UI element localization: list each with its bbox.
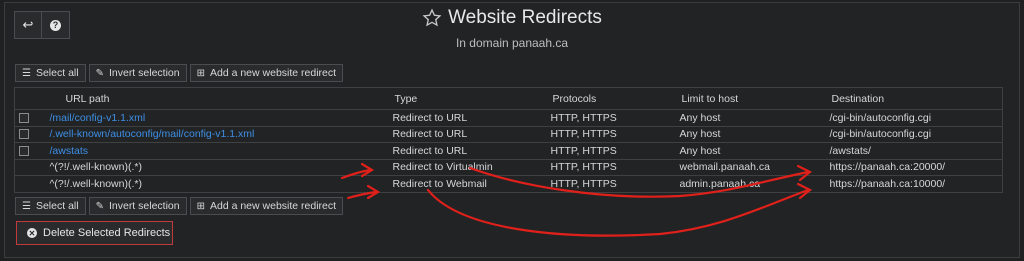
list-icon: ☰ <box>22 200 31 212</box>
protocols-cell: HTTP, HTTPS <box>536 109 666 127</box>
redirects-table: URL path Type Protocols Limit to host De… <box>14 87 1003 193</box>
type-cell: Redirect to URL <box>378 109 537 127</box>
col-limit-host[interactable]: Limit to host <box>665 87 816 110</box>
protocols-text: HTTP, HTTPS <box>550 144 617 157</box>
edit-icon: ✎ <box>95 200 104 212</box>
table-row: /.well-known/autoconfig/mail/config-v1.1… <box>14 126 1003 143</box>
url-path-cell: ^(?!/.well-known)(.*) <box>49 159 379 176</box>
host-text: Any host <box>679 111 721 124</box>
host-text: Any host <box>679 128 721 141</box>
table-row: /mail/config-v1.1.xml Redirect to URL HTTP… <box>14 109 1003 127</box>
select-all-button[interactable]: ☰ Select all <box>15 64 86 82</box>
table-header: URL path Type Protocols Limit to host De… <box>14 87 1003 110</box>
protocols-text: HTTP, HTTPS <box>550 177 617 190</box>
plus-icon: ⊞ <box>196 67 205 79</box>
type-text: Redirect to Virtualmin <box>392 161 493 174</box>
url-path-cell: /.well-known/autoconfig/mail/config-v1.1… <box>49 126 379 143</box>
table-row: ^(?!/.well-known)(.*) Redirect to Webmail… <box>14 175 1003 193</box>
page-subtitle: In domain panaah.ca <box>455 36 569 50</box>
protocols-text: HTTP, HTTPS <box>550 128 617 141</box>
invert-selection-button[interactable]: ✎ Invert selection <box>88 197 187 215</box>
url-path-cell: /awstats <box>49 142 379 160</box>
row-checkbox-cell <box>14 126 50 143</box>
row-checkbox[interactable] <box>19 129 29 140</box>
protocols-cell: HTTP, HTTPS <box>536 126 666 143</box>
type-cell: Redirect to URL <box>378 126 537 143</box>
destination-cell: /cgi-bin/autoconfig.cgi <box>815 109 1003 127</box>
url-path-text: ^(?!/.well-known)(.*) <box>49 161 142 174</box>
destination-cell: /awstats/ <box>815 142 1003 160</box>
row-checkbox[interactable] <box>19 112 29 123</box>
destination-text: https://panaah.ca:10000/ <box>829 177 946 190</box>
header: Website Redirects In domain panaah.ca <box>0 7 1024 50</box>
destination-text: https://panaah.ca:20000/ <box>829 161 946 174</box>
star-icon[interactable] <box>422 8 442 28</box>
type-text: Redirect to URL <box>392 111 468 124</box>
col-destination[interactable]: Destination <box>815 87 1003 110</box>
col-url-path[interactable]: URL path <box>49 87 379 110</box>
row-checkbox-cell <box>14 142 50 160</box>
url-path-cell: /mail/config-v1.1.xml <box>49 109 379 127</box>
table-row: ^(?!/.well-known)(.*) Redirect to Virtual… <box>14 159 1003 176</box>
row-checkbox-cell <box>14 109 50 127</box>
url-path-link[interactable]: /.well-known/autoconfig/mail/config-v1.1… <box>50 128 255 140</box>
col-type[interactable]: Type <box>378 87 537 110</box>
destination-cell: https://panaah.ca:20000/ <box>815 159 1003 176</box>
type-cell: Redirect to URL <box>378 142 537 160</box>
destination-cell: /cgi-bin/autoconfig.cgi <box>815 126 1003 143</box>
type-text: Redirect to URL <box>392 144 468 157</box>
url-path-link[interactable]: /mail/config-v1.1.xml <box>50 112 146 124</box>
type-cell: Redirect to Virtualmin <box>378 159 537 176</box>
host-text: webmail.panaah.ca <box>679 161 770 174</box>
url-path-cell: ^(?!/.well-known)(.*) <box>49 175 379 193</box>
close-circle-icon: ✕ <box>27 228 37 238</box>
page-title: Website Redirects <box>448 7 602 28</box>
protocols-text: HTTP, HTTPS <box>550 111 617 124</box>
host-cell: admin.panaah.ca <box>665 175 816 193</box>
url-path-link[interactable]: /awstats <box>50 145 89 157</box>
host-cell: Any host <box>665 109 816 127</box>
col-protocols[interactable]: Protocols <box>536 87 666 110</box>
host-cell: Any host <box>665 126 816 143</box>
row-checkbox-cell <box>14 175 50 193</box>
delete-selected-button[interactable]: ✕ Delete Selected Redirects <box>16 221 173 245</box>
edit-icon: ✎ <box>95 67 104 79</box>
host-cell: webmail.panaah.ca <box>665 159 816 176</box>
row-checkbox[interactable] <box>19 145 29 156</box>
destination-text: /awstats/ <box>829 144 871 157</box>
protocols-cell: HTTP, HTTPS <box>536 175 666 193</box>
type-text: Redirect to Webmail <box>392 177 487 190</box>
destination-cell: https://panaah.ca:10000/ <box>815 175 1003 193</box>
type-text: Redirect to URL <box>392 128 468 141</box>
host-cell: Any host <box>665 142 816 160</box>
type-cell: Redirect to Webmail <box>378 175 537 193</box>
host-text: Any host <box>679 144 721 157</box>
toolbar-top: ☰ Select all ✎ Invert selection ⊞ Add a new… <box>15 64 344 82</box>
invert-selection-button[interactable]: ✎ Invert selection <box>88 64 187 82</box>
protocols-cell: HTTP, HTTPS <box>536 142 666 160</box>
host-text: admin.panaah.ca <box>679 177 761 190</box>
protocols-cell: HTTP, HTTPS <box>536 159 666 176</box>
toolbar-bottom: ☰ Select all ✎ Invert selection ⊞ Add a new… <box>15 197 344 215</box>
plus-icon: ⊞ <box>196 200 205 212</box>
destination-text: /cgi-bin/autoconfig.cgi <box>829 128 932 141</box>
add-redirect-button[interactable]: ⊞ Add a new website redirect <box>189 197 344 215</box>
url-path-text: ^(?!/.well-known)(.*) <box>49 177 142 190</box>
destination-text: /cgi-bin/autoconfig.cgi <box>829 111 932 124</box>
protocols-text: HTTP, HTTPS <box>550 161 617 174</box>
add-redirect-button[interactable]: ⊞ Add a new website redirect <box>189 64 344 82</box>
row-checkbox-cell <box>14 159 50 176</box>
list-icon: ☰ <box>22 67 31 79</box>
select-all-button[interactable]: ☰ Select all <box>15 197 86 215</box>
table-row: /awstats Redirect to URL HTTP, HTTPS Any ho… <box>14 142 1003 160</box>
